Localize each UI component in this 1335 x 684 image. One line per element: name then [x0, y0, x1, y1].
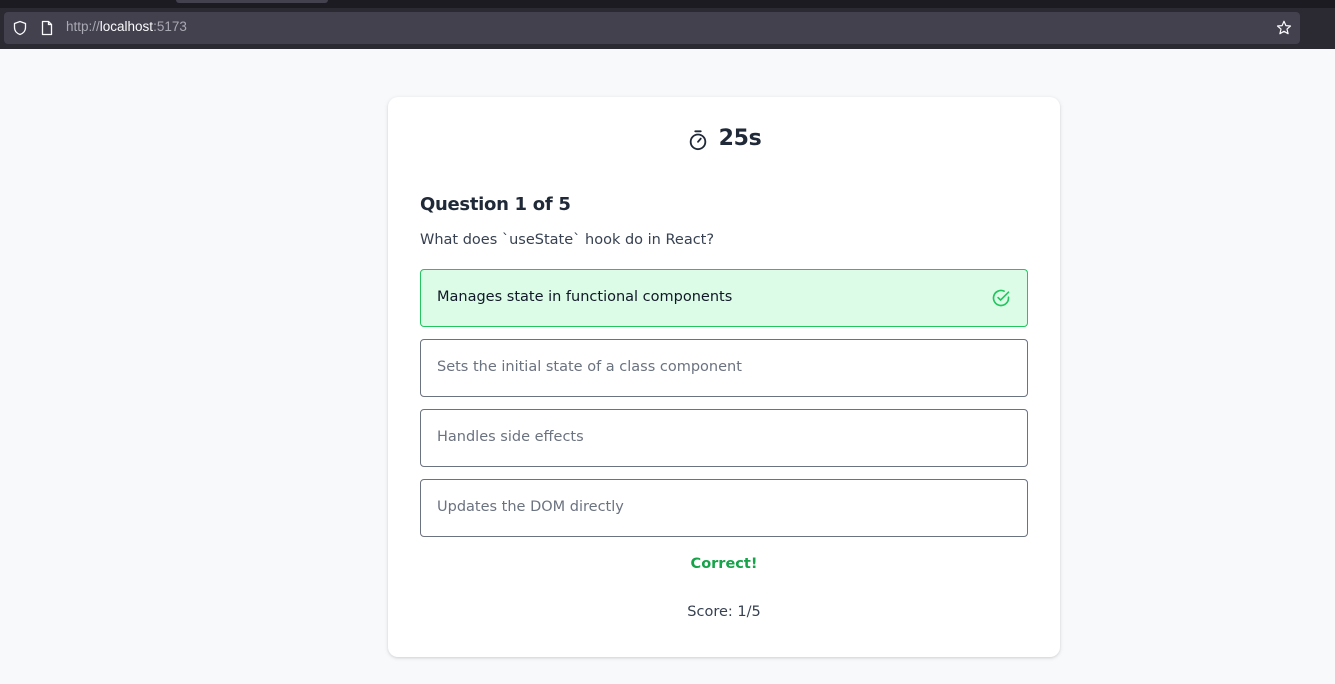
active-tab[interactable] [176, 0, 328, 3]
feedback-message: Correct! [690, 556, 758, 572]
answer-option-label: Handles side effects [437, 429, 584, 445]
shield-icon[interactable] [12, 20, 28, 36]
tab-strip [0, 0, 1335, 8]
quiz-card: 25s Question 1 of 5 What does `useState`… [388, 97, 1060, 657]
star-icon[interactable] [1276, 20, 1292, 36]
answer-option-label: Updates the DOM directly [437, 499, 624, 515]
answer-option-2[interactable]: Sets the initial state of a class compon… [420, 339, 1028, 397]
question-text: What does `useState` hook do in React? [420, 232, 715, 248]
answer-option-4[interactable]: Updates the DOM directly [420, 479, 1028, 537]
url-host: localhost [99, 19, 154, 34]
url-bar[interactable]: http://localhost:5173 [4, 12, 1300, 44]
question-heading: Question 1 of 5 [420, 194, 571, 215]
url-port: :5173 [153, 19, 187, 34]
answer-option-label: Sets the initial state of a class compon… [437, 359, 742, 375]
timer-icon [689, 130, 706, 151]
answer-option-label: Manages state in functional components [437, 289, 733, 305]
url-text[interactable]: http://localhost:5173 [66, 19, 187, 34]
timer-value: 25s [718, 125, 762, 151]
score-text: Score: 1/5 [687, 604, 761, 620]
page-icon [41, 20, 53, 36]
answer-option-3[interactable]: Handles side effects [420, 409, 1028, 467]
timer: 25s [388, 125, 1060, 151]
url-scheme: http:// [66, 19, 100, 34]
answer-option-1[interactable]: Manages state in functional components [420, 269, 1028, 327]
browser-toolbar: http://localhost:5173 [0, 0, 1335, 49]
check-circle-icon [992, 289, 1010, 307]
